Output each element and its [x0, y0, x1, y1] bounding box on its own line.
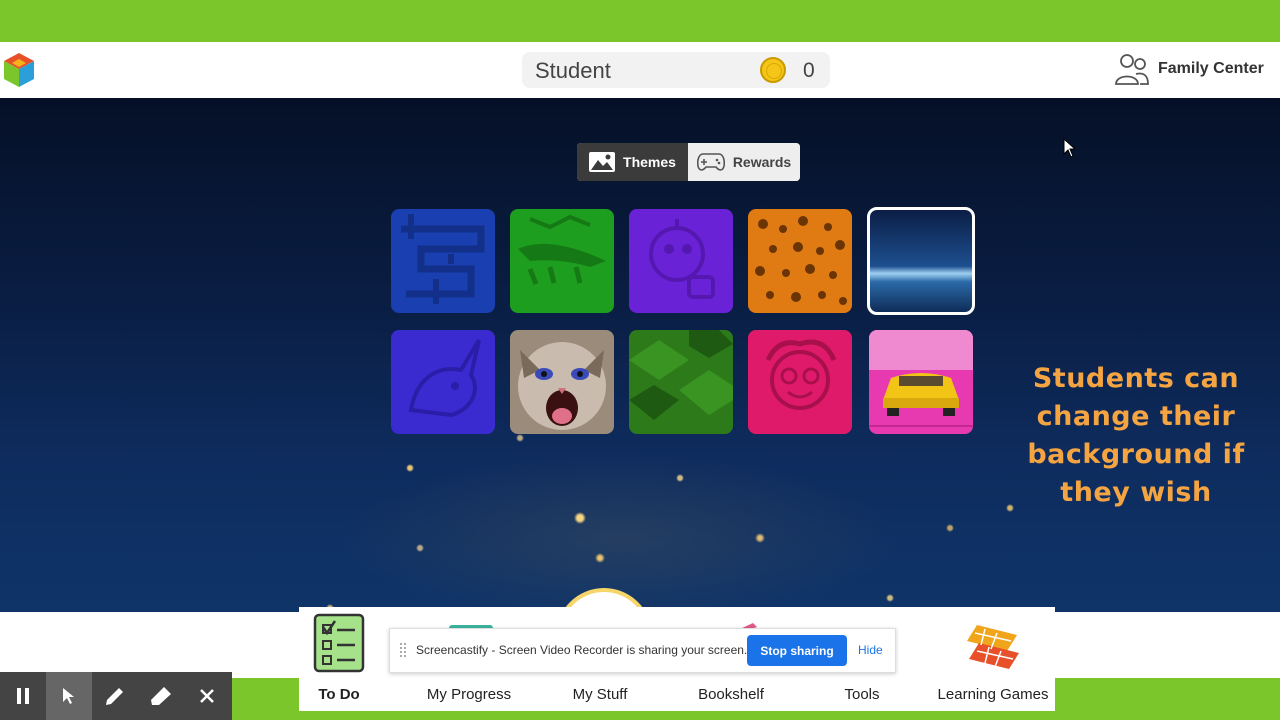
drag-handle-icon[interactable]	[400, 643, 406, 657]
theme-tile-green-blocks[interactable]	[629, 330, 733, 434]
pen-icon	[106, 688, 123, 705]
pointer-icon	[63, 688, 74, 704]
screen-share-banner: Screencastify - Screen Video Recorder is…	[389, 628, 896, 673]
family-center-button[interactable]: Family Center	[1114, 52, 1264, 86]
annotation-text: Students can change their background if …	[1027, 363, 1245, 508]
nav-label-my-progress: My Progress	[426, 686, 512, 703]
nav-label-learning-games: Learning Games	[937, 686, 1049, 703]
themes-rewards-toggle: Themes Rewards	[577, 143, 800, 181]
student-badge[interactable]: Student 0	[522, 52, 830, 88]
family-icon	[1115, 54, 1149, 85]
nav-item-to-do[interactable]: To Do	[299, 607, 379, 711]
theme-background: Themes Rewards Students can change their…	[0, 98, 1280, 612]
gamepad-icon	[696, 153, 725, 171]
pen-tool-button[interactable]	[92, 672, 138, 720]
tab-rewards[interactable]: Rewards	[688, 143, 800, 181]
theme-tile-blue-unicorn[interactable]	[391, 330, 495, 434]
pause-button[interactable]	[0, 672, 46, 720]
tab-themes-label: Themes	[623, 154, 676, 170]
eraser-tool-button[interactable]	[138, 672, 184, 720]
pause-icon	[17, 688, 29, 704]
tab-themes[interactable]: Themes	[577, 143, 688, 181]
nav-item-learning-games[interactable]: Learning Games	[933, 607, 1053, 711]
family-center-label: Family Center	[1158, 60, 1264, 77]
top-green-band	[0, 0, 1280, 42]
nav-label-to-do: To Do	[318, 686, 360, 703]
theme-tile-kitten[interactable]	[510, 330, 614, 434]
theme-tile-green-crocodile[interactable]	[510, 209, 614, 313]
hide-banner-button[interactable]: Hide	[858, 643, 883, 657]
learning-games-icon	[967, 625, 1019, 669]
app-logo-icon[interactable]	[2, 51, 36, 89]
theme-tile-pink-girl[interactable]	[748, 330, 852, 434]
coin-count: 0	[803, 59, 815, 82]
nav-label-bookshelf: Bookshelf	[698, 686, 764, 703]
theme-tile-purple-robot[interactable]	[629, 209, 733, 313]
tab-rewards-label: Rewards	[732, 154, 792, 170]
eraser-icon	[151, 687, 171, 705]
coin-icon	[760, 57, 786, 83]
theme-tile-orange-leopard[interactable]	[748, 209, 852, 313]
share-banner-text: Screencastify - Screen Video Recorder is…	[416, 643, 748, 657]
checklist-icon	[313, 613, 365, 673]
theme-tile-earth-space[interactable]	[867, 207, 975, 315]
close-toolbar-button[interactable]	[184, 672, 230, 720]
stop-sharing-button[interactable]: Stop sharing	[747, 635, 847, 666]
mouse-cursor-icon	[1063, 137, 1077, 163]
pointer-tool-button[interactable]	[46, 672, 92, 720]
nav-label-tools: Tools	[844, 686, 880, 703]
recorder-toolbar	[0, 672, 232, 720]
theme-tile-yellow-car[interactable]	[869, 330, 973, 434]
image-icon	[589, 152, 616, 172]
close-icon	[200, 689, 214, 703]
header: Student 0 Family Center	[0, 42, 1280, 99]
student-name: Student	[535, 58, 611, 83]
theme-tile-blue-maze[interactable]	[391, 209, 495, 313]
nav-label-my-stuff: My Stuff	[572, 686, 628, 703]
